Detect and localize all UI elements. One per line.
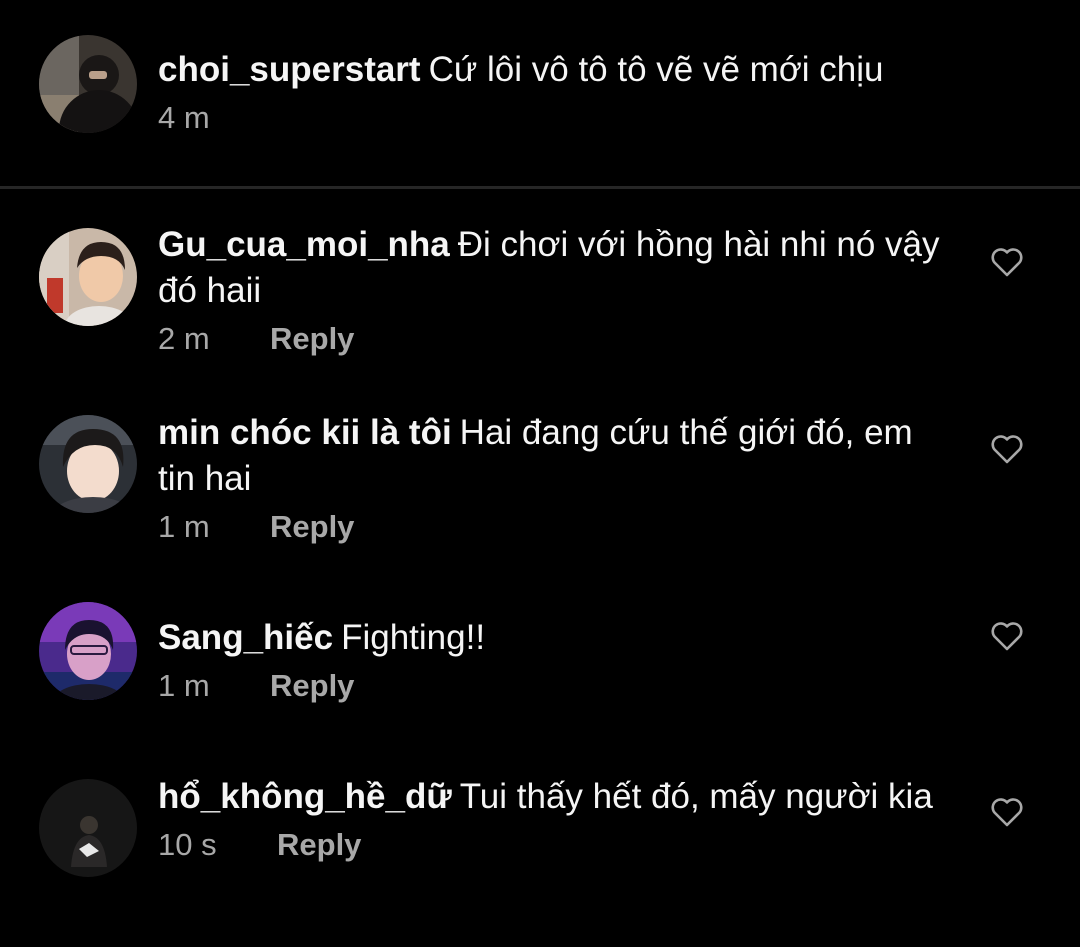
heart-outline-icon[interactable] <box>990 797 1024 827</box>
avatar[interactable] <box>39 415 137 513</box>
avatar[interactable] <box>39 228 137 326</box>
heart-outline-icon[interactable] <box>990 621 1024 651</box>
caption-timestamp: 4 m <box>158 100 210 135</box>
caption-meta: 4 m <box>158 95 948 141</box>
avatar[interactable] <box>39 602 137 700</box>
reply-button[interactable]: Reply <box>270 316 354 362</box>
comment-timestamp: 1 m <box>158 509 210 544</box>
avatar[interactable] <box>39 779 137 877</box>
caption-message: Cứ lôi vô tô tô vẽ vẽ mới chịu <box>428 50 884 89</box>
comment-message: Tui thấy hết đó, mấy người kia <box>459 777 933 816</box>
comment-username[interactable]: min chóc kii là tôi <box>158 413 452 452</box>
comment-meta: 2 m Reply <box>158 316 948 362</box>
comment-username[interactable]: hổ_không_hề_dữ <box>158 777 452 816</box>
avatar[interactable] <box>39 35 137 133</box>
caption-username[interactable]: choi_superstart <box>158 50 421 89</box>
comment-username[interactable]: Gu_cua_moi_nha <box>158 225 450 264</box>
reply-button[interactable]: Reply <box>270 663 354 709</box>
comment-timestamp: 2 m <box>158 321 210 356</box>
comment-meta: 1 m Reply <box>158 504 948 550</box>
comment-text: hổ_không_hề_dữ Tui thấy hết đó, mấy người… <box>158 774 948 820</box>
heart-outline-icon[interactable] <box>990 247 1024 277</box>
comment-meta: 1 m Reply <box>158 663 948 709</box>
heart-outline-icon[interactable] <box>990 434 1024 464</box>
comment-text: Sang_hiếc Fighting!! <box>158 615 948 661</box>
comment-timestamp: 10 s <box>158 827 217 862</box>
comment-username[interactable]: Sang_hiếc <box>158 618 333 657</box>
caption-text: choi_superstart Cứ lôi vô tô tô vẽ vẽ mới… <box>158 47 948 93</box>
comment-message: Fighting!! <box>341 618 486 657</box>
comment-text: Gu_cua_moi_nha Đi chơi với hồng hài nhi n… <box>158 222 948 314</box>
comment-meta: 10 s Reply <box>158 822 948 868</box>
post-caption: choi_superstart Cứ lôi vô tô tô vẽ vẽ mới… <box>0 0 1080 186</box>
reply-button[interactable]: Reply <box>277 822 361 868</box>
comment-timestamp: 1 m <box>158 668 210 703</box>
reply-button[interactable]: Reply <box>270 504 354 550</box>
divider <box>0 186 1080 189</box>
comment-text: min chóc kii là tôi Hai đang cứu thế giới… <box>158 410 948 502</box>
